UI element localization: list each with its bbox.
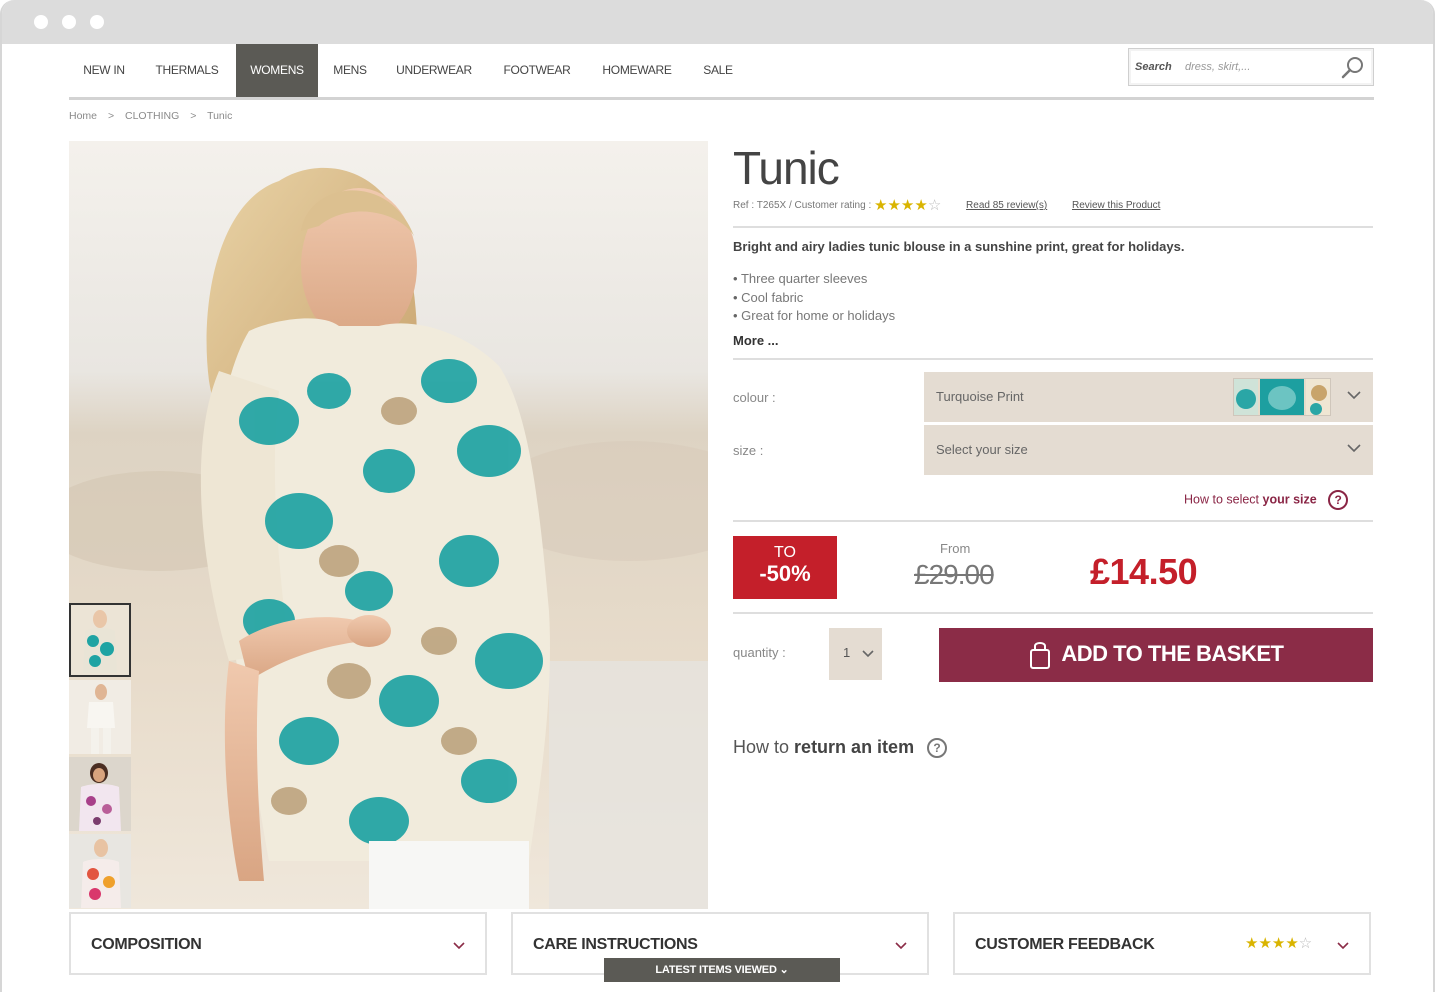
thumbnail-1[interactable] [69,603,131,677]
size-value: Select your size [936,442,1028,457]
nav-item-thermals[interactable]: THERMALS [145,44,229,97]
product-image[interactable] [69,141,708,909]
rating-label: / Customer rating : [788,200,872,211]
divider [733,358,1373,360]
divider [733,226,1373,228]
nav-item-homeware[interactable]: HOMEWARE [594,44,680,97]
return-prefix: How to [733,737,790,757]
breadcrumb-separator: > [107,110,115,122]
window-dot-icon[interactable] [90,15,104,29]
product-title: Tunic [733,142,840,194]
thumbnail-3[interactable] [69,757,131,831]
size-select[interactable]: Select your size [924,425,1373,475]
care-label: CARE INSTRUCTIONS [533,936,698,953]
sale-price: £14.50 [1090,551,1198,592]
product-lead: Bright and airy ladies tunic blouse in a… [733,239,1185,254]
quantity-select[interactable]: 1 [829,628,882,680]
browser-window: NEW IN THERMALS WOMENS MENS UNDERWEAR FO… [0,0,1435,992]
colour-label: colour : [733,390,776,405]
nav-item-mens[interactable]: MENS [325,44,375,97]
breadcrumb-separator: > [190,110,197,122]
chevron-down-icon [453,942,465,950]
size-help-bold: your size [1262,492,1317,507]
from-label: From [940,541,971,556]
breadcrumb-home[interactable]: Home [69,110,97,122]
shopping-bag-icon [1029,642,1050,669]
more-link[interactable]: More ... [733,333,779,348]
feature-item: Cool fabric [733,289,895,308]
question-icon: ? [927,738,948,759]
chevron-down-icon [1337,942,1349,950]
promo-percent: -50% [759,561,811,586]
feedback-stars-icon: ★★★★☆ [1245,935,1313,952]
rating-stars-icon: ★★★★☆ [874,197,942,214]
feature-item: Great for home or holidays [733,307,895,326]
feature-list: Three quarter sleeves Cool fabric Great … [733,270,895,326]
feedback-panel[interactable]: CUSTOMER FEEDBACK ★★★★☆ [953,912,1371,975]
main-nav: NEW IN THERMALS WOMENS MENS UNDERWEAR FO… [69,44,1374,100]
breadcrumb-clothing[interactable]: CLOTHING [125,110,179,122]
colour-value: Turquoise Print [936,389,1024,404]
window-dot-icon[interactable] [62,15,76,29]
feature-item: Three quarter sleeves [733,270,895,289]
breadcrumb-current: Tunic [207,110,233,122]
nav-item-sale[interactable]: SALE [695,44,741,97]
nav-item-womens[interactable]: WOMENS [236,44,318,97]
add-to-basket-label: ADD TO THE BASKET [1061,640,1284,666]
nav-item-footwear[interactable]: FOOTWEAR [495,44,579,97]
chevron-down-icon [1347,444,1361,453]
feedback-label: CUSTOMER FEEDBACK [975,936,1155,953]
divider [733,520,1373,522]
thumbnail-4[interactable] [69,834,131,908]
chevron-down-icon [895,942,907,950]
colour-select[interactable]: Turquoise Print [924,372,1373,422]
window-dot-icon[interactable] [34,15,48,29]
size-guide-link[interactable]: How to select your size ? [1184,490,1349,510]
promo-to: TO [774,544,796,561]
product-ref: Ref : T265X [733,200,787,211]
add-to-basket-button[interactable]: ADD TO THE BASKET [939,628,1373,682]
latest-items-tab[interactable]: LATEST ITEMS VIEWED ⌄ [604,958,840,982]
search-input[interactable] [1185,55,1335,79]
product-meta: Ref : T265X / Customer rating : ★★★★☆ Re… [733,196,1160,214]
quantity-label: quantity : [733,645,786,660]
divider [733,612,1373,614]
chevron-down-icon [862,650,874,658]
question-icon: ? [1328,490,1349,510]
search-icon[interactable] [1341,56,1365,80]
read-reviews-link[interactable]: Read 85 review(s) [966,200,1047,211]
breadcrumb: Home > CLOTHING > Tunic [69,110,240,122]
browser-chrome [2,0,1433,44]
latest-items-label: LATEST ITEMS VIEWED [655,964,777,976]
search-label: Search [1135,61,1172,73]
thumbnail-strip [69,603,133,911]
composition-panel[interactable]: COMPOSITION [69,912,487,975]
quantity-value: 1 [843,645,851,660]
chevron-down-icon [1347,391,1361,400]
thumbnail-2[interactable] [69,680,131,754]
search-box: Search [1128,48,1374,86]
review-product-link[interactable]: Review this Product [1072,200,1160,211]
nav-item-underwear[interactable]: UNDERWEAR [387,44,481,97]
return-bold: return an item [794,737,915,757]
return-item-link[interactable]: How to return an item ? [733,737,948,759]
size-label: size : [733,443,764,458]
size-help-prefix: How to select [1184,492,1260,507]
discount-badge: TO -50% [733,536,837,599]
nav-item-new-in[interactable]: NEW IN [69,44,139,97]
colour-swatch [1233,378,1331,416]
composition-label: COMPOSITION [91,936,202,953]
old-price: £29.00 [914,559,995,590]
chevron-down-icon: ⌄ [779,964,789,976]
